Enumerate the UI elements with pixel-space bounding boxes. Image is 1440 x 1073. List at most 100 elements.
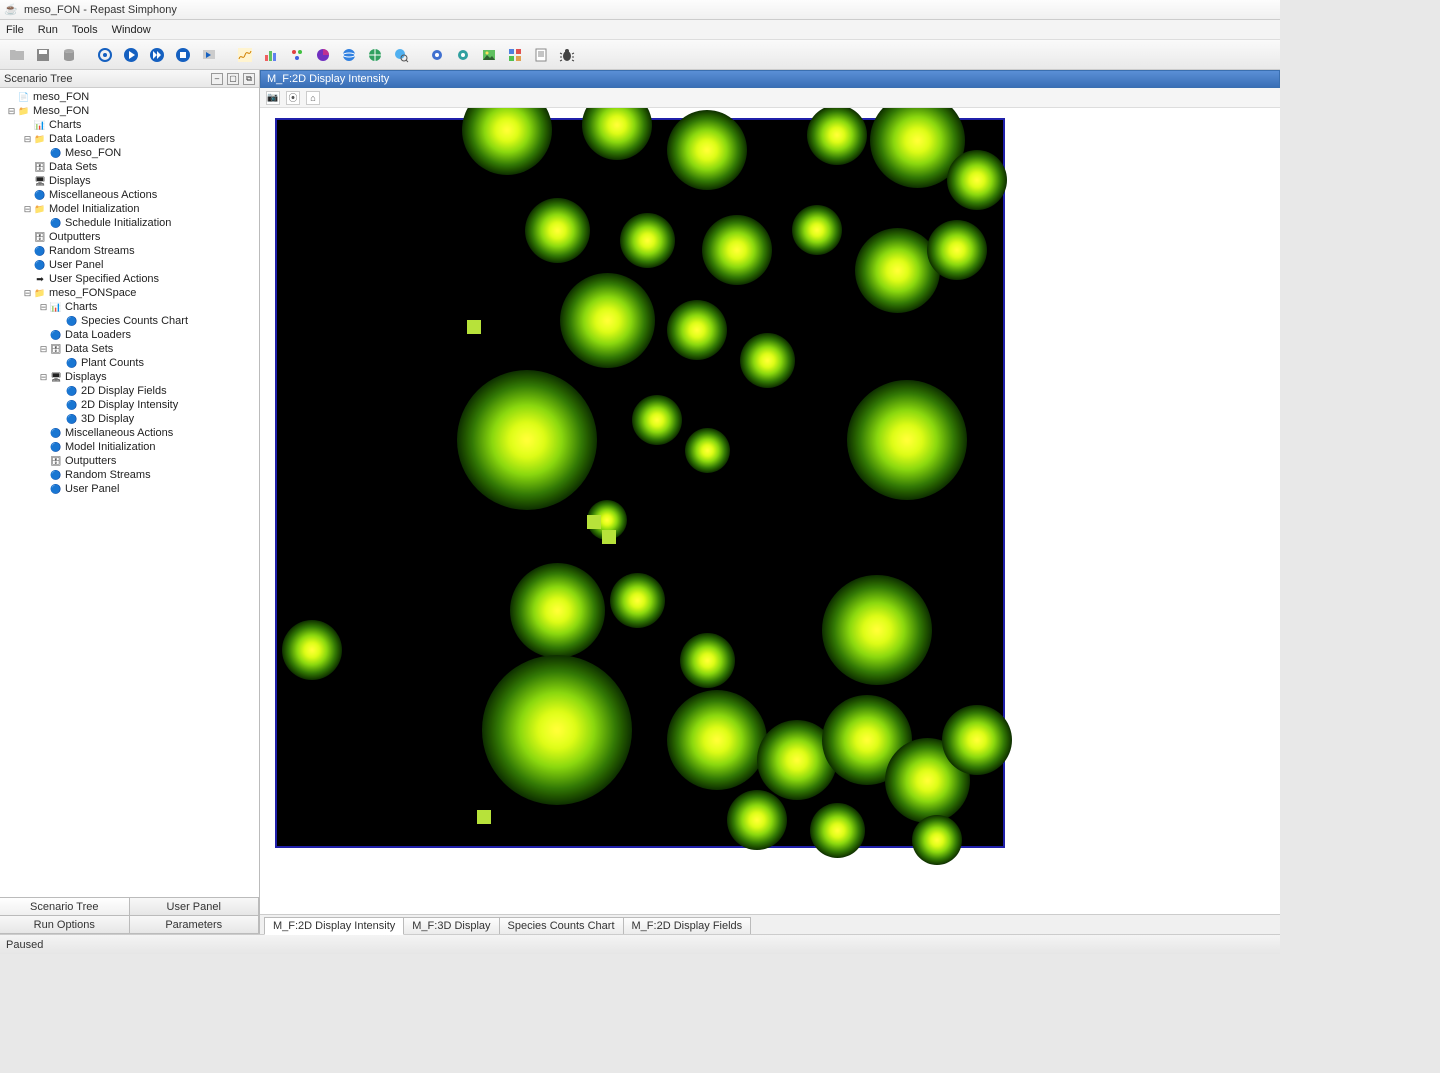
tree-item[interactable]: 📄meso_FON [2,90,257,104]
tree-item[interactable]: 🔵3D Display [2,412,257,426]
canvas-wrap [260,108,1280,914]
tree-item[interactable]: ⊟📁meso_FONSpace [2,286,257,300]
tree-item[interactable]: 🔵Schedule Initialization [2,216,257,230]
intensity-blob [740,333,795,388]
intensity-blob [807,108,867,165]
tree-item[interactable]: 🗄Outputters [2,230,257,244]
sidebar-header: Scenario Tree – ▢ ⧉ [0,70,259,88]
tree-item[interactable]: 🔵2D Display Fields [2,384,257,398]
scenario-tree[interactable]: 📄meso_FON⊟📁Meso_FON📊Charts⊟📁Data Loaders… [0,88,259,897]
tree-item-label: meso_FON [31,90,89,104]
tree-item[interactable]: 🔵User Panel [2,258,257,272]
search-globe-icon[interactable] [390,44,412,66]
tab-scenario-tree[interactable]: Scenario Tree [0,897,130,916]
open-folder-icon[interactable] [6,44,28,66]
home-icon[interactable]: ⌂ [306,91,320,105]
tree-item[interactable]: 🔵2D Display Intensity [2,398,257,412]
tree-item-label: Species Counts Chart [79,314,188,328]
tree-item[interactable]: 🔵Miscellaneous Actions [2,188,257,202]
status-text: Paused [6,939,43,951]
tree-item[interactable]: 🗄Data Sets [2,160,257,174]
tree-item[interactable]: 🔵Data Loaders [2,328,257,342]
menu-run[interactable]: Run [38,24,58,36]
intensity-blob [667,300,727,360]
intensity-blob [620,213,675,268]
menubar: File Run Tools Window [0,20,1280,40]
tree-item[interactable]: 🔵Random Streams [2,468,257,482]
tree-item-label: User Panel [63,482,119,496]
tab-run-options[interactable]: Run Options [0,915,130,934]
intensity-blob [927,220,987,280]
intensity-blob [912,815,962,865]
tree-item[interactable]: 🔵Model Initialization [2,440,257,454]
tree-item[interactable]: 🔵Meso_FON [2,146,257,160]
globe-green-icon[interactable] [364,44,386,66]
tree-item[interactable]: 🖥Displays [2,174,257,188]
view-title: M_F:2D Display Intensity [267,73,389,85]
restore-icon[interactable]: ⧉ [243,73,255,85]
intensity-blob [632,395,682,445]
camera-icon[interactable]: 📷 [266,91,280,105]
play-icon[interactable] [120,44,142,66]
simulation-canvas[interactable] [275,118,1005,848]
tab-2d-fields[interactable]: M_F:2D Display Fields [623,917,752,934]
tree-item-label: Plant Counts [79,356,144,370]
intensity-blob [560,273,655,368]
intensity-blob [727,790,787,850]
stop-icon[interactable] [172,44,194,66]
tree-item[interactable]: 🔵Species Counts Chart [2,314,257,328]
gear-blue-icon[interactable] [426,44,448,66]
tree-item[interactable]: 🗄Outputters [2,454,257,468]
grid-icon[interactable] [504,44,526,66]
sidebar-tabs: Scenario Tree User Panel Run Options Par… [0,897,259,934]
tab-parameters[interactable]: Parameters [129,915,260,934]
reset-icon[interactable] [94,44,116,66]
tree-item[interactable]: ⊟📁Model Initialization [2,202,257,216]
chart-line-icon[interactable] [234,44,256,66]
intensity-blob [855,228,940,313]
tree-item[interactable]: ⊟📁Data Loaders [2,132,257,146]
minimize-icon[interactable]: – [211,73,223,85]
tree-item[interactable]: ⊟🖥Displays [2,370,257,384]
step-icon[interactable] [198,44,220,66]
sidebar: Scenario Tree – ▢ ⧉ 📄meso_FON⊟📁Meso_FON📊… [0,70,260,934]
tree-item[interactable]: ⊟🗄Data Sets [2,342,257,356]
tab-user-panel[interactable]: User Panel [129,897,260,916]
intensity-pixel [467,320,481,334]
java-icon: ☕ [4,3,18,17]
gear-teal-icon[interactable] [452,44,474,66]
globe-blue-icon[interactable] [338,44,360,66]
agents-icon[interactable] [286,44,308,66]
intensity-blob [610,573,665,628]
tree-item[interactable]: 🔵Plant Counts [2,356,257,370]
tab-2d-intensity[interactable]: M_F:2D Display Intensity [264,917,404,935]
menu-file[interactable]: File [6,24,24,36]
save-icon[interactable] [32,44,54,66]
intensity-pixel [477,810,491,824]
menu-tools[interactable]: Tools [72,24,98,36]
tree-item[interactable]: 🔵User Panel [2,482,257,496]
tree-item[interactable]: ➡User Specified Actions [2,272,257,286]
document-icon[interactable] [530,44,552,66]
picture-icon[interactable] [478,44,500,66]
database-icon[interactable] [58,44,80,66]
bottom-tabs: M_F:2D Display Intensity M_F:3D Display … [260,914,1280,934]
chart-pie-icon[interactable] [312,44,334,66]
tree-item[interactable]: ⊟📊Charts [2,300,257,314]
tree-item-label: Meso_FON [63,146,121,160]
tree-item[interactable]: 🔵Random Streams [2,244,257,258]
menu-window[interactable]: Window [112,24,151,36]
intensity-blob [282,620,342,680]
tree-item[interactable]: ⊟📁Meso_FON [2,104,257,118]
tab-species-chart[interactable]: Species Counts Chart [499,917,624,934]
tree-item[interactable]: 🔵Miscellaneous Actions [2,426,257,440]
maximize-icon[interactable]: ▢ [227,73,239,85]
fast-forward-icon[interactable] [146,44,168,66]
target-icon[interactable]: ⦿ [286,91,300,105]
tree-item-label: 2D Display Fields [79,384,167,398]
tree-item[interactable]: 📊Charts [2,118,257,132]
tab-3d-display[interactable]: M_F:3D Display [403,917,499,934]
chart-bar-icon[interactable] [260,44,282,66]
tree-item-label: Random Streams [63,468,151,482]
bug-icon[interactable] [556,44,578,66]
